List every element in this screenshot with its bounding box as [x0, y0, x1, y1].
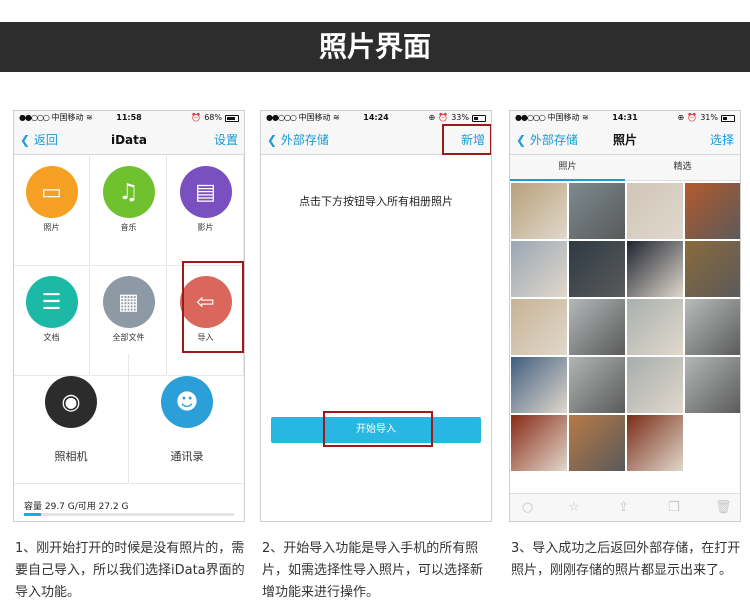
status-bar: ●●○○○ 中国移动 ≋ 11:58 ⏰ 68%: [14, 111, 244, 125]
phone-screen-external-storage: ●●○○○ 中国移动 ≋ 14:24 ⊕ ⏰ 33% ❮ 外部存储 新增 点击下方按…: [260, 110, 492, 522]
lock-rotation-icon: ⊕: [677, 113, 685, 122]
photo-thumbnail[interactable]: [569, 183, 625, 239]
camera-icon: ◉: [45, 376, 97, 428]
caption-step-2: 2、开始导入功能是导入手机的所有照片，如需选择性导入照片，可以选择新增功能来进行…: [262, 541, 484, 600]
app-tile-photo[interactable]: ▭ 照片: [14, 156, 90, 266]
music-icon: ♫: [102, 166, 155, 218]
highlight-add-new: [442, 124, 491, 155]
photo-thumbnail[interactable]: [511, 183, 567, 239]
battery-icon: [472, 114, 486, 122]
segment-tabs: 照片 精选: [510, 155, 740, 181]
app-tile-label: 通讯录: [170, 450, 204, 463]
grid-icon: ▦: [102, 276, 155, 328]
back-label: 返回: [33, 133, 58, 147]
highlight-start-import: [323, 411, 433, 447]
highlight-import: [182, 261, 244, 353]
back-button[interactable]: ❮ 外部存储: [516, 125, 578, 155]
photo-thumbnail[interactable]: [685, 357, 740, 413]
photo-thumbnail[interactable]: [685, 241, 740, 297]
app-tile-label: 照相机: [54, 450, 88, 463]
photo-thumbnail[interactable]: [511, 299, 567, 355]
photo-thumbnail[interactable]: [627, 357, 683, 413]
nav-bar: ❮ 返回 iData 设置: [14, 125, 244, 155]
alarm-icon: ⏰: [687, 113, 698, 122]
photo-thumbnail[interactable]: [511, 415, 567, 471]
app-tile-label: 音乐: [120, 223, 137, 232]
app-tile-contacts[interactable]: ☻ 通讯录: [130, 354, 244, 484]
photo-thumbnail[interactable]: [569, 415, 625, 471]
photo-thumbnail[interactable]: [569, 357, 625, 413]
select-button[interactable]: 选择: [710, 125, 734, 155]
battery-percent: 33%: [451, 113, 469, 122]
photo-thumbnail[interactable]: [627, 415, 683, 471]
app-tile-clapper[interactable]: ▤ 影片: [168, 156, 244, 266]
photo-thumbnail[interactable]: [569, 299, 625, 355]
import-hint-text: 点击下方按钮导入所有相册照片: [299, 195, 453, 208]
trash-icon[interactable]: 🗑: [715, 500, 732, 515]
app-tile-label: 全部文件: [112, 333, 145, 342]
document-icon: ☰: [25, 276, 78, 328]
chevron-left-icon: ❮: [516, 133, 527, 147]
battery-percent: 68%: [204, 113, 222, 122]
photo-thumbnail[interactable]: [685, 183, 740, 239]
storage-bar-fill: [24, 513, 41, 516]
photo-thumbnail[interactable]: [627, 183, 683, 239]
back-button[interactable]: ❮ 外部存储: [267, 125, 329, 155]
app-tile-label: 照片: [43, 223, 60, 232]
settings-button[interactable]: 设置: [214, 125, 238, 155]
photo-thumbnail[interactable]: [511, 357, 567, 413]
status-bar: ●●○○○ 中国移动 ≋ 14:31 ⊕ ⏰ 31%: [510, 111, 740, 125]
chevron-left-icon: ❮: [20, 133, 31, 147]
bottom-toolbar: ○ ☆ ⇪ ❐ 🗑: [510, 493, 740, 521]
alarm-icon: ⏰: [438, 113, 449, 122]
caption-step-1: 1、刚开始打开的时候是没有照片的，需要自己导入，所以我们选择iData界面的导入…: [15, 541, 245, 600]
storage-label: 容量 29.7 G/可用 27.2 G: [24, 502, 129, 512]
back-button[interactable]: ❮ 返回: [20, 125, 58, 155]
app-tile-label: 影片: [197, 223, 214, 232]
battery-icon: [721, 114, 735, 122]
tab-featured[interactable]: 精选: [625, 155, 740, 179]
copy-icon[interactable]: ❐: [668, 500, 680, 515]
app-tile-label: 文档: [43, 333, 60, 342]
photo-thumbnail[interactable]: [511, 241, 567, 297]
battery-percent: 31%: [700, 113, 718, 122]
phone-screen-idata: ●●○○○ 中国移动 ≋ 11:58 ⏰ 68% ❮ 返回 iData 设置 ▭ 照…: [13, 110, 245, 522]
app-tile-music[interactable]: ♫ 音乐: [91, 156, 167, 266]
clapper-icon: ▤: [179, 166, 232, 218]
contacts-icon: ☻: [161, 376, 213, 428]
alarm-icon: ⏰: [191, 113, 202, 122]
photo-thumbnail[interactable]: [627, 241, 683, 297]
back-label: 外部存储: [280, 133, 329, 147]
status-bar: ●●○○○ 中国移动 ≋ 14:24 ⊕ ⏰ 33%: [261, 111, 491, 125]
caption-step-3: 3、导入成功之后返回外部存储，在打开照片，刚刚存储的照片都显示出来了。: [511, 541, 741, 578]
nav-bar: ❮ 外部存储 照片 选择: [510, 125, 740, 155]
photo-thumbnail[interactable]: [685, 299, 740, 355]
back-label: 外部存储: [529, 133, 578, 147]
page-title-banner: 照片界面: [0, 22, 750, 72]
circle-icon[interactable]: ○: [522, 500, 533, 515]
photo-thumbnail[interactable]: [627, 299, 683, 355]
photo-icon: ▭: [25, 166, 78, 218]
storage-bar: [24, 513, 234, 516]
photo-thumbnail[interactable]: [569, 241, 625, 297]
chevron-left-icon: ❮: [267, 133, 278, 147]
battery-icon: [225, 114, 239, 122]
phone-screen-photos: ●●○○○ 中国移动 ≋ 14:31 ⊕ ⏰ 31% ❮ 外部存储 照片 选择 照片…: [509, 110, 741, 522]
lock-rotation-icon: ⊕: [428, 113, 436, 122]
tab-photos[interactable]: 照片: [510, 155, 625, 181]
star-icon[interactable]: ☆: [568, 500, 580, 515]
share-icon[interactable]: ⇪: [618, 500, 629, 515]
app-tile-camera[interactable]: ◉ 照相机: [14, 354, 129, 484]
